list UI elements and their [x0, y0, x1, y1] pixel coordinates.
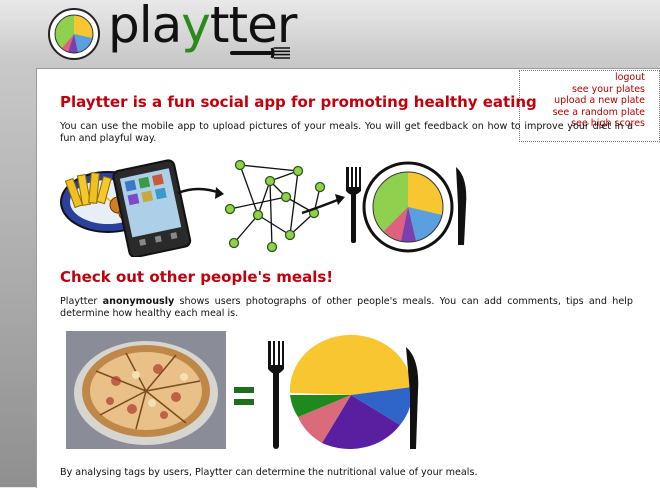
pizza-photo — [66, 331, 226, 449]
app-flow-illustration — [60, 159, 467, 257]
logout-link[interactable]: logout — [520, 72, 645, 84]
arrow-icon — [177, 187, 221, 195]
anonymously-emphasis: anonymously — [102, 296, 175, 307]
random-plate-link[interactable]: see a random plate — [520, 107, 645, 119]
fork-icon — [346, 167, 361, 243]
nutrition-pie-chart — [289, 334, 413, 449]
meals-heading: Check out other people's meals! — [60, 268, 334, 286]
pie-plate-icon — [362, 161, 454, 253]
phone-icon — [112, 159, 192, 257]
knife-icon — [456, 167, 467, 245]
header: playtter — [0, 0, 660, 68]
see-your-plates-link[interactable]: see your plates — [520, 84, 645, 96]
fork-icon — [230, 47, 290, 59]
arrow-icon — [301, 197, 341, 215]
equals-icon — [234, 387, 254, 405]
upload-plate-link[interactable]: upload a new plate — [520, 95, 645, 107]
meals-text: Playtter anonymously shows users photogr… — [60, 296, 633, 320]
pie-plate-logo-icon[interactable] — [48, 8, 100, 60]
fork-icon — [268, 341, 284, 449]
analysis-text: By analysing tags by users, Playtter can… — [60, 467, 478, 478]
intro-heading: Playtter is a fun social app for promoti… — [60, 93, 537, 111]
intro-text: You can use the mobile app to upload pic… — [60, 121, 633, 145]
meal-analysis-illustration — [66, 331, 419, 449]
network-icon — [224, 159, 326, 253]
